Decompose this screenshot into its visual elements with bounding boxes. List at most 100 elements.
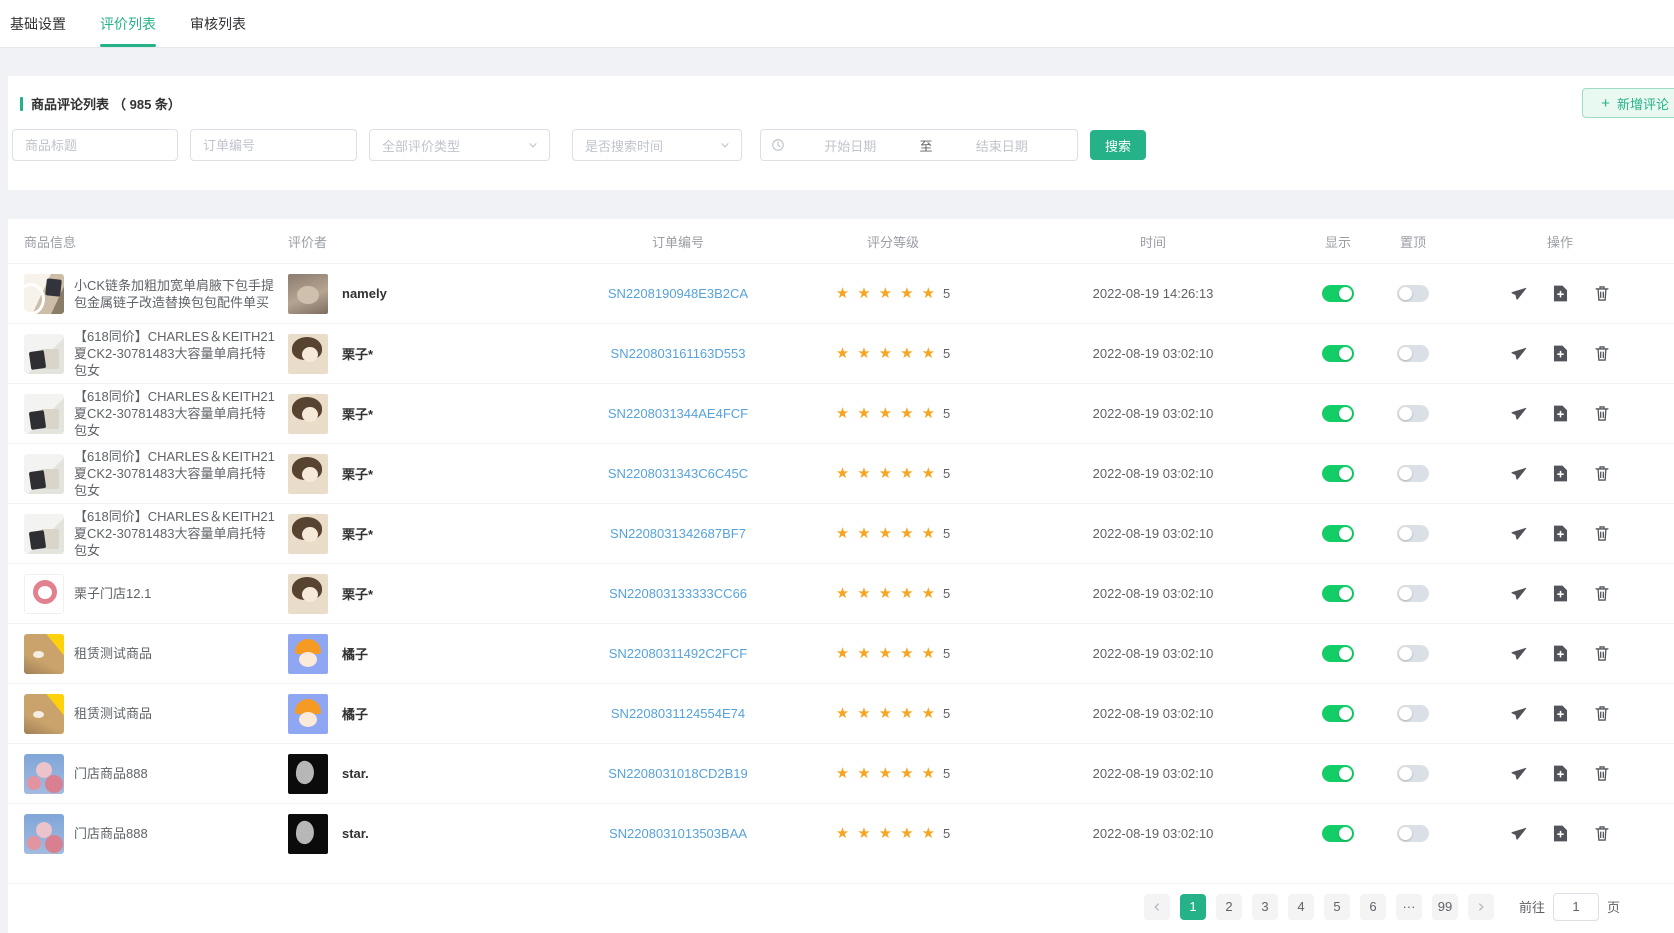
show-toggle[interactable]: [1322, 705, 1354, 722]
page-button-1[interactable]: 1: [1180, 894, 1206, 920]
review-time: 2022-08-19 03:02:10: [1093, 646, 1214, 661]
delete-icon[interactable]: [1594, 465, 1610, 482]
next-page-button[interactable]: [1468, 894, 1494, 920]
pin-toggle[interactable]: [1397, 525, 1429, 542]
delete-icon[interactable]: [1594, 705, 1610, 722]
pin-toggle[interactable]: [1397, 825, 1429, 842]
delete-icon[interactable]: [1594, 525, 1610, 542]
delete-icon[interactable]: [1594, 645, 1610, 662]
time-search-select[interactable]: 是否搜索时间: [572, 129, 742, 161]
order-no-cell: SN2208031013503BAA: [578, 825, 778, 843]
pin-toggle[interactable]: [1397, 465, 1429, 482]
date-range-picker[interactable]: 开始日期 至 结束日期: [760, 129, 1078, 161]
delete-icon[interactable]: [1594, 825, 1610, 842]
page-button-99[interactable]: 99: [1432, 894, 1458, 920]
operations-cell: [1448, 705, 1674, 722]
show-cell: [1298, 405, 1378, 422]
order-no-cell: SN22080311492C2FCF: [578, 645, 778, 663]
pin-toggle[interactable]: [1397, 405, 1429, 422]
order-number-link[interactable]: SN220803161163D553: [611, 346, 746, 361]
file-add-icon[interactable]: [1553, 345, 1568, 362]
reviewer-cell: 栗子*: [288, 334, 578, 374]
show-toggle[interactable]: [1322, 405, 1354, 422]
send-icon[interactable]: [1510, 465, 1527, 482]
page-jump-input[interactable]: [1553, 893, 1599, 921]
order-number-link[interactable]: SN2208031013503BAA: [609, 826, 747, 841]
show-toggle[interactable]: [1322, 525, 1354, 542]
page-button-2[interactable]: 2: [1216, 894, 1242, 920]
time-cell: 2022-08-19 14:26:13: [1008, 286, 1298, 301]
send-icon[interactable]: [1510, 405, 1527, 422]
order-number-link[interactable]: SN2208031018CD2B19: [608, 766, 748, 781]
page-button-6[interactable]: 6: [1360, 894, 1386, 920]
delete-icon[interactable]: [1594, 765, 1610, 782]
pin-toggle[interactable]: [1397, 585, 1429, 602]
page-button-4[interactable]: 4: [1288, 894, 1314, 920]
show-toggle[interactable]: [1322, 645, 1354, 662]
pin-toggle[interactable]: [1397, 705, 1429, 722]
delete-icon[interactable]: [1594, 285, 1610, 302]
reviewer-avatar: [288, 754, 328, 794]
order-number-link[interactable]: SN2208031344AE4FCF: [608, 406, 748, 421]
order-number-link[interactable]: SN22080311492C2FCF: [609, 646, 748, 661]
delete-icon[interactable]: [1594, 585, 1610, 602]
product-title-input[interactable]: [12, 129, 178, 161]
operations-cell: [1448, 645, 1674, 662]
file-add-icon[interactable]: [1553, 705, 1568, 722]
send-icon[interactable]: [1510, 585, 1527, 602]
send-icon[interactable]: [1510, 525, 1527, 542]
page-button-3[interactable]: 3: [1252, 894, 1278, 920]
show-toggle[interactable]: [1322, 465, 1354, 482]
order-number-link[interactable]: SN2208190948E3B2CA: [608, 286, 748, 301]
show-toggle[interactable]: [1322, 825, 1354, 842]
review-type-select[interactable]: 全部评价类型: [369, 129, 550, 161]
page-button-5[interactable]: 5: [1324, 894, 1350, 920]
file-add-icon[interactable]: [1553, 525, 1568, 542]
show-toggle[interactable]: [1322, 585, 1354, 602]
file-add-icon[interactable]: [1553, 465, 1568, 482]
product-info-cell: 【618同价】CHARLES＆KEITH21夏CK2-30781483大容量单肩…: [8, 328, 288, 379]
tab-基础设置[interactable]: 基础设置: [10, 0, 66, 47]
file-add-icon[interactable]: [1553, 285, 1568, 302]
time-cell: 2022-08-19 03:02:10: [1008, 706, 1298, 721]
start-date-placeholder[interactable]: 开始日期: [785, 136, 916, 155]
send-icon[interactable]: [1510, 285, 1527, 302]
product-thumbnail: [24, 574, 64, 614]
rating-stars: ★★★★★: [836, 284, 943, 303]
tab-评价列表[interactable]: 评价列表: [100, 0, 156, 47]
send-icon[interactable]: [1510, 825, 1527, 842]
show-toggle[interactable]: [1322, 345, 1354, 362]
order-number-link[interactable]: SN2208031124554E74: [611, 706, 745, 721]
product-title: 【618同价】CHARLES＆KEITH21夏CK2-30781483大容量单肩…: [74, 328, 276, 379]
file-add-icon[interactable]: [1553, 585, 1568, 602]
file-add-icon[interactable]: [1553, 825, 1568, 842]
order-no-input[interactable]: [190, 129, 357, 161]
column-header-时间: 时间: [1008, 232, 1298, 251]
time-cell: 2022-08-19 03:02:10: [1008, 766, 1298, 781]
file-add-icon[interactable]: [1553, 645, 1568, 662]
pin-toggle[interactable]: [1397, 345, 1429, 362]
order-number-link[interactable]: SN2208031342687BF7: [610, 526, 746, 541]
search-button[interactable]: 搜索: [1090, 130, 1146, 160]
add-review-button[interactable]: + 新增评论: [1582, 88, 1674, 118]
more-pages-button[interactable]: ···: [1396, 894, 1422, 920]
end-date-placeholder[interactable]: 结束日期: [937, 136, 1068, 155]
send-icon[interactable]: [1510, 645, 1527, 662]
delete-icon[interactable]: [1594, 405, 1610, 422]
pin-toggle[interactable]: [1397, 645, 1429, 662]
order-number-link[interactable]: SN220803133333CC66: [609, 586, 747, 601]
pin-toggle[interactable]: [1397, 285, 1429, 302]
send-icon[interactable]: [1510, 705, 1527, 722]
tab-审核列表[interactable]: 审核列表: [190, 0, 246, 47]
file-add-icon[interactable]: [1553, 765, 1568, 782]
delete-icon[interactable]: [1594, 345, 1610, 362]
pin-toggle[interactable]: [1397, 765, 1429, 782]
product-thumbnail: [24, 694, 64, 734]
show-toggle[interactable]: [1322, 765, 1354, 782]
send-icon[interactable]: [1510, 765, 1527, 782]
prev-page-button[interactable]: [1144, 894, 1170, 920]
file-add-icon[interactable]: [1553, 405, 1568, 422]
send-icon[interactable]: [1510, 345, 1527, 362]
order-number-link[interactable]: SN2208031343C6C45C: [608, 466, 748, 481]
show-toggle[interactable]: [1322, 285, 1354, 302]
